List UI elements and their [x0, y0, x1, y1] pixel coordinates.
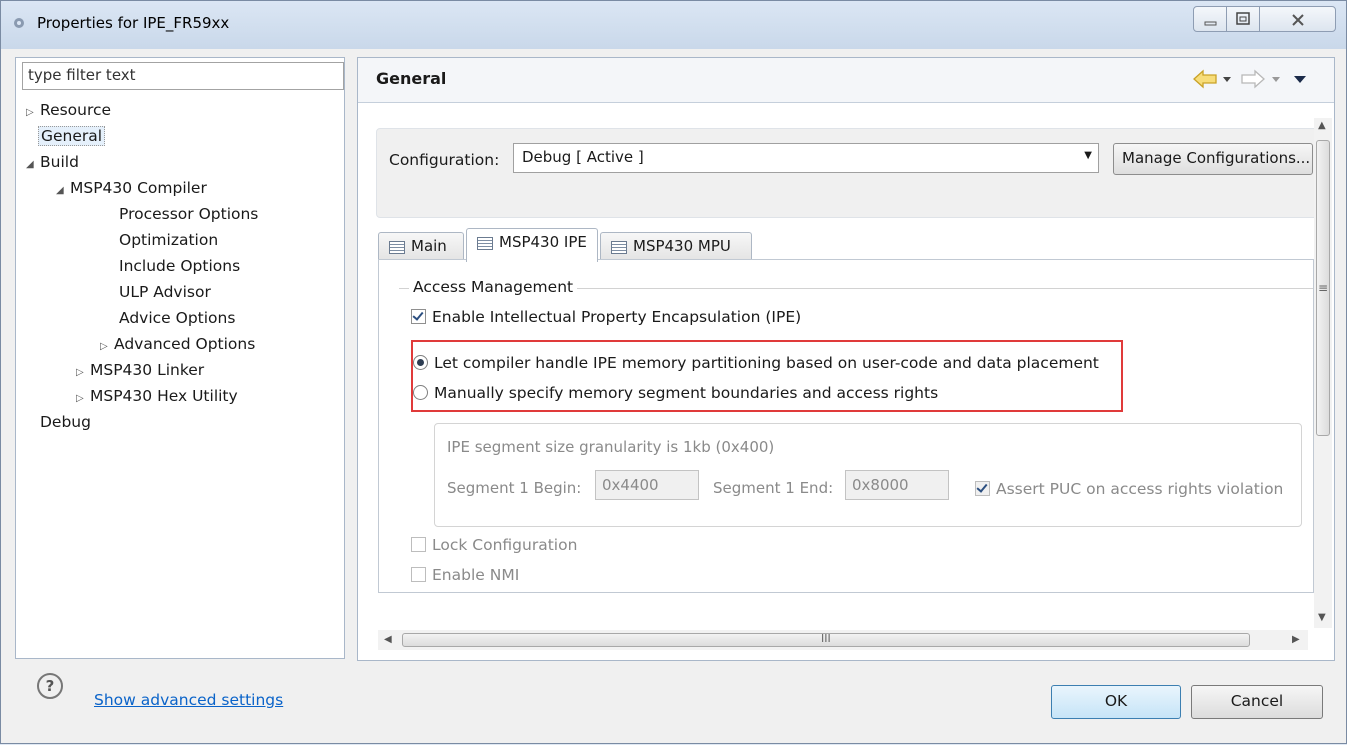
segment-end-label: Segment 1 End: — [713, 479, 834, 497]
expand-arrow-icon[interactable]: ▷ — [26, 101, 40, 125]
title-bar: Properties for IPE_FR59xx — [1, 1, 1346, 49]
window-title: Properties for IPE_FR59xx — [37, 14, 230, 32]
horizontal-scrollbar[interactable]: ◀ III ▶ — [378, 630, 1308, 650]
tree-item-advanced-options[interactable]: ▷ Advanced Options — [100, 332, 255, 356]
vertical-scrollbar[interactable]: ▲ ≡ ▼ — [1314, 118, 1332, 628]
assert-puc-checkbox[interactable]: Assert PUC on access rights violation — [975, 480, 1283, 498]
tab-main[interactable]: Main — [378, 232, 464, 260]
table-icon — [611, 241, 627, 254]
properties-page: General Configuration: Debug [ Active ] … — [357, 57, 1335, 661]
view-menu-icon[interactable] — [1294, 76, 1306, 83]
category-tree-panel: type filter text ▷ Resource General ◢ Buil… — [15, 57, 345, 659]
tab-msp430-ipe[interactable]: MSP430 IPE — [466, 228, 598, 262]
granularity-note: IPE segment size granularity is 1kb (0x4… — [447, 438, 775, 456]
lock-configuration-checkbox[interactable]: Lock Configuration — [411, 536, 577, 554]
back-arrow-icon[interactable] — [1193, 69, 1217, 89]
checkbox-checked-icon[interactable] — [411, 309, 426, 324]
cancel-button[interactable]: Cancel — [1191, 685, 1323, 719]
configuration-section: Configuration: Debug [ Active ] ▼ Manage… — [376, 128, 1318, 218]
tree-item-optimization[interactable]: Optimization — [119, 228, 218, 252]
enable-nmi-checkbox[interactable]: Enable NMI — [411, 566, 519, 584]
filter-input[interactable]: type filter text — [22, 62, 344, 90]
tree-item-msp430-compiler[interactable]: ◢ MSP430 Compiler — [56, 176, 207, 200]
checkbox-unchecked-icon[interactable] — [411, 537, 426, 552]
radio-selected-icon[interactable] — [413, 355, 428, 370]
tab-msp430-mpu[interactable]: MSP430 MPU — [600, 232, 752, 260]
show-advanced-settings-link[interactable]: Show advanced settings — [94, 691, 283, 709]
back-dropdown-icon[interactable] — [1223, 77, 1231, 82]
table-icon — [477, 237, 493, 250]
dropdown-arrow-icon[interactable]: ▼ — [1084, 150, 1092, 161]
page-title: General — [376, 69, 447, 88]
scroll-up-icon[interactable]: ▲ — [1318, 120, 1326, 131]
configuration-select[interactable]: Debug [ Active ] ▼ — [513, 143, 1099, 173]
tree-item-debug[interactable]: Debug — [40, 410, 91, 434]
expand-arrow-icon[interactable]: ▷ — [76, 387, 90, 411]
close-button[interactable] — [1259, 6, 1336, 32]
tree-item-ulp-advisor[interactable]: ULP Advisor — [119, 280, 211, 304]
expand-arrow-icon[interactable]: ▷ — [100, 335, 114, 359]
forward-arrow-icon[interactable] — [1241, 69, 1265, 89]
ipe-tab-content: Access Management Enable Intellectual Pr… — [378, 259, 1314, 593]
help-icon[interactable]: ? — [37, 673, 63, 699]
scroll-left-icon[interactable]: ◀ — [384, 634, 392, 645]
expand-arrow-icon[interactable]: ▷ — [76, 361, 90, 385]
radio-manual-specify[interactable]: Manually specify memory segment boundari… — [413, 384, 938, 402]
radio-compiler-handle[interactable]: Let compiler handle IPE memory partition… — [413, 354, 1099, 372]
scroll-down-icon[interactable]: ▼ — [1318, 612, 1326, 623]
radio-unselected-icon[interactable] — [413, 385, 428, 400]
forward-dropdown-icon[interactable] — [1272, 77, 1280, 82]
segment-begin-label: Segment 1 Begin: — [447, 479, 582, 497]
app-gear-icon — [11, 15, 27, 31]
tree-item-msp430-linker[interactable]: ▷ MSP430 Linker — [76, 358, 204, 382]
properties-dialog: Properties for IPE_FR59xx type filter te… — [0, 0, 1347, 744]
access-management-label: Access Management — [409, 278, 578, 296]
page-header: General — [358, 58, 1334, 103]
segment-begin-input[interactable]: 0x4400 — [595, 470, 699, 500]
maximize-button[interactable] — [1226, 6, 1260, 32]
dialog-footer: ? Show advanced settings OK Cancel — [1, 663, 1346, 745]
tree-item-build[interactable]: ◢ Build — [26, 150, 79, 174]
segment-end-input[interactable]: 0x8000 — [845, 470, 949, 500]
vertical-scroll-thumb[interactable]: ≡ — [1316, 140, 1330, 436]
tree-item-processor-options[interactable]: Processor Options — [119, 202, 258, 226]
collapse-arrow-icon[interactable]: ◢ — [56, 179, 70, 203]
minimize-button[interactable] — [1193, 6, 1227, 32]
tree-item-include-options[interactable]: Include Options — [119, 254, 240, 278]
segment-boundaries-group: IPE segment size granularity is 1kb (0x4… — [434, 423, 1302, 527]
tree-item-resource[interactable]: ▷ Resource — [26, 98, 111, 122]
collapse-arrow-icon[interactable]: ◢ — [26, 153, 40, 177]
enable-ipe-checkbox[interactable]: Enable Intellectual Property Encapsulati… — [411, 308, 801, 326]
scroll-right-icon[interactable]: ▶ — [1292, 634, 1300, 645]
checkbox-unchecked-icon[interactable] — [411, 567, 426, 582]
table-icon — [389, 241, 405, 254]
checkbox-checked-icon[interactable] — [975, 481, 990, 496]
horizontal-scroll-thumb[interactable]: III — [402, 632, 1250, 647]
configuration-label: Configuration: — [389, 151, 500, 169]
page-navigation — [1190, 68, 1320, 94]
ok-button[interactable]: OK — [1051, 685, 1181, 719]
tree-item-general[interactable]: General — [38, 124, 106, 148]
manage-configurations-button[interactable]: Manage Configurations... — [1113, 143, 1313, 175]
tree-item-msp430-hex-utility[interactable]: ▷ MSP430 Hex Utility — [76, 384, 238, 408]
tree-item-advice-options[interactable]: Advice Options — [119, 306, 235, 330]
configuration-value: Debug [ Active ] — [522, 148, 644, 166]
